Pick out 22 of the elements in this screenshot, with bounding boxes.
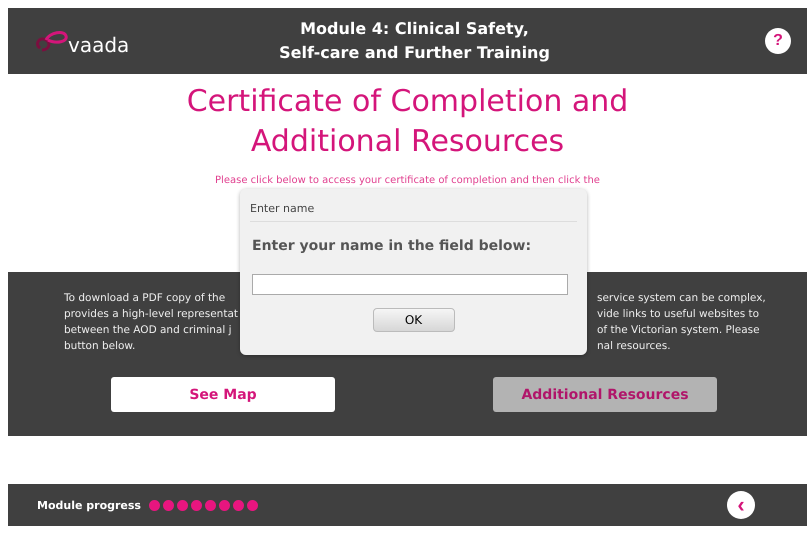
page-heading: Certificate of Completion and: [186, 83, 630, 121]
paragraph-text: of the Victorian system. Please: [597, 323, 761, 338]
dialog-title: Enter name: [250, 189, 577, 222]
back-button[interactable]: ‹: [727, 491, 755, 519]
dialog-prompt: Enter your name in the field below:: [252, 238, 532, 254]
help-button[interactable]: ?: [765, 28, 791, 54]
instruction-text: Please click below to access your certificate of completion and then click the: [215, 175, 600, 186]
progress-label: Module progress: [37, 498, 141, 512]
paragraph-text: To download a PDF copy of the: [64, 291, 226, 306]
logo-text: vaada: [68, 34, 130, 56]
paragraph-text: service system can be complex,: [597, 291, 767, 306]
see-map-button[interactable]: See Map: [111, 377, 335, 412]
page-heading: Additional Resources: [250, 123, 566, 161]
paragraph-text: provides a high-level representat: [64, 307, 238, 322]
module-title: Self-care and Further Training: [278, 42, 551, 64]
paragraph-text: nal resources.: [597, 339, 672, 354]
paragraph-text: vide links to useful websites to: [597, 307, 760, 322]
paragraph-text: between the AOD and criminal j: [64, 323, 233, 338]
name-input-field[interactable]: [252, 274, 568, 295]
ok-button[interactable]: OK: [372, 308, 454, 332]
paragraph-text: button below.: [64, 339, 136, 354]
module-title: Module 4: Clinical Safety,: [299, 18, 530, 40]
